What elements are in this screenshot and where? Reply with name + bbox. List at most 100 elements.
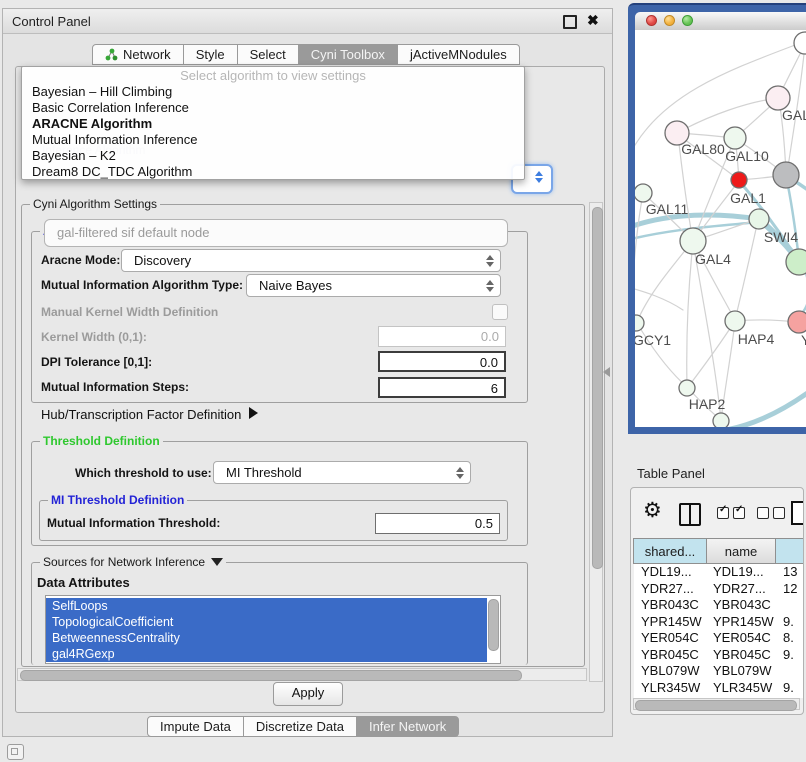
network-selector-combobox[interactable]: gal-filtered sif default node bbox=[44, 219, 508, 247]
tab-cyni-toolbox[interactable]: Cyni Toolbox bbox=[298, 44, 398, 65]
network-node[interactable] bbox=[788, 311, 806, 333]
table-horizontal-scrollbar[interactable] bbox=[633, 698, 800, 710]
table-cell: YBR043C bbox=[708, 597, 778, 614]
minimize-traffic-light-icon[interactable] bbox=[664, 15, 675, 26]
tab-style[interactable]: Style bbox=[183, 44, 238, 65]
control-panel-title: Control Panel bbox=[12, 14, 91, 29]
mi-algorithm-type-combobox[interactable]: Naive Bayes bbox=[246, 274, 501, 297]
select-all-columns-icon[interactable]: ✓✓ bbox=[717, 507, 745, 519]
data-attributes-list[interactable]: SelfLoopsTopologicalCoefficientBetweenne… bbox=[45, 595, 501, 664]
table-row[interactable]: YER054CYER054C8. bbox=[634, 630, 803, 647]
splitter-handle-icon[interactable] bbox=[603, 367, 610, 377]
tab-label: Cyni Toolbox bbox=[311, 47, 385, 62]
column-header[interactable]: name bbox=[706, 538, 776, 564]
tab-infer-network[interactable]: Infer Network bbox=[356, 716, 459, 737]
table-row[interactable]: YBL079WYBL079W bbox=[634, 663, 803, 680]
aracne-mode-label: Aracne Mode: bbox=[41, 253, 120, 267]
network-edge[interactable] bbox=[735, 220, 758, 320]
close-traffic-light-icon[interactable] bbox=[646, 15, 657, 26]
node-label: GAL bbox=[782, 107, 806, 123]
network-node[interactable] bbox=[679, 380, 695, 396]
kernel-width-field[interactable]: 0.0 bbox=[378, 326, 506, 347]
deselect-all-columns-icon[interactable] bbox=[757, 507, 785, 519]
tab-network[interactable]: Network bbox=[92, 44, 184, 65]
algorithm-option[interactable]: Dream8 DC_TDC Algorithm bbox=[22, 164, 524, 180]
network-node[interactable] bbox=[635, 315, 644, 331]
table-panel: ⚙ ✓✓ shared...name YDL19...YDL19...13YDR… bbox=[630, 487, 804, 715]
table-cell: YBR043C bbox=[634, 597, 708, 614]
network-edge[interactable] bbox=[635, 288, 683, 310]
sources-group-title: Sources for Network Inference bbox=[40, 555, 226, 569]
table-row[interactable]: YLR345WYLR345W9. bbox=[634, 680, 803, 697]
network-node[interactable] bbox=[731, 172, 747, 188]
column-header[interactable] bbox=[775, 538, 804, 564]
network-edge[interactable] bbox=[677, 98, 778, 133]
network-node[interactable] bbox=[725, 311, 745, 331]
file-icon[interactable] bbox=[791, 501, 804, 525]
tab-select[interactable]: Select bbox=[237, 44, 299, 65]
table-cell: 9. bbox=[778, 647, 794, 664]
node-label: GAL4 bbox=[695, 251, 731, 267]
data-attribute-item[interactable]: BetweennessCentrality bbox=[46, 630, 487, 646]
table-row[interactable]: YDL19...YDL19...13 bbox=[634, 564, 803, 581]
manual-kernel-width-checkbox[interactable] bbox=[492, 304, 508, 320]
algorithm-option[interactable]: Bayesian – K2 bbox=[22, 148, 524, 164]
table-row[interactable]: YDR27...YDR27...12 bbox=[634, 581, 803, 598]
zoom-traffic-light-icon[interactable] bbox=[682, 15, 693, 26]
data-attribute-item[interactable]: TopologicalCoefficient bbox=[46, 614, 487, 630]
network-node[interactable] bbox=[794, 32, 806, 54]
data-attributes-label: Data Attributes bbox=[37, 575, 130, 590]
split-columns-icon[interactable] bbox=[679, 503, 701, 526]
data-attribute-item[interactable]: SelfLoops bbox=[46, 598, 487, 614]
network-window-titlebar[interactable] bbox=[635, 12, 806, 31]
table-cell: YER054C bbox=[708, 630, 778, 647]
settings-horizontal-scrollbar[interactable] bbox=[17, 668, 587, 681]
mi-threshold-field[interactable]: 0.5 bbox=[375, 513, 500, 534]
network-node[interactable] bbox=[713, 413, 729, 427]
network-edge[interactable] bbox=[687, 242, 693, 387]
network-node[interactable] bbox=[773, 162, 799, 188]
threshold-definition-title: Threshold Definition bbox=[40, 434, 163, 448]
table-cell: YLR345W bbox=[708, 680, 778, 697]
table-cell: YDL19... bbox=[634, 564, 708, 581]
tab-jactivemnodules[interactable]: jActiveMNodules bbox=[397, 44, 520, 65]
network-node[interactable] bbox=[635, 184, 652, 202]
apply-button[interactable]: Apply bbox=[273, 682, 343, 706]
network-canvas[interactable]: GALGAL80GAL10GAL1GAL11SWI4GAL4GCY1HAP4YH… bbox=[635, 30, 806, 427]
gear-icon[interactable]: ⚙ bbox=[643, 498, 662, 523]
panel-dock-icon[interactable] bbox=[7, 744, 24, 760]
network-edge[interactable] bbox=[802, 273, 806, 313]
which-threshold-combobox[interactable]: MI Threshold bbox=[213, 461, 471, 484]
algorithm-popup-list: Bayesian – Hill ClimbingBasic Correlatio… bbox=[22, 84, 524, 180]
dpi-tolerance-field[interactable]: 0.0 bbox=[378, 351, 506, 372]
manual-kernel-width-label: Manual Kernel Width Definition bbox=[41, 305, 218, 319]
data-attribute-item[interactable]: gal4RGexp bbox=[46, 646, 487, 662]
table-row[interactable]: YBR045CYBR045C9. bbox=[634, 647, 803, 664]
kernel-width-label: Kernel Width (0,1): bbox=[41, 330, 147, 344]
aracne-mode-combobox[interactable]: Discovery bbox=[121, 249, 501, 272]
close-icon[interactable]: ✖ bbox=[587, 12, 599, 29]
tab-impute-data[interactable]: Impute Data bbox=[147, 716, 244, 737]
network-selector-value: gal-filtered sif default node bbox=[57, 225, 209, 240]
network-node[interactable] bbox=[724, 127, 746, 149]
combo-stepper-icon bbox=[534, 171, 543, 183]
table-cell: YBL079W bbox=[708, 663, 778, 680]
float-window-icon[interactable] bbox=[563, 15, 577, 29]
algorithm-option[interactable]: Bayesian – Hill Climbing bbox=[22, 84, 524, 100]
table-row[interactable]: YPR145WYPR145W9. bbox=[634, 614, 803, 631]
network-edge[interactable] bbox=[637, 242, 692, 322]
tab-discretize-data[interactable]: Discretize Data bbox=[243, 716, 357, 737]
mi-steps-field[interactable]: 6 bbox=[378, 377, 506, 398]
network-node[interactable] bbox=[749, 209, 769, 229]
table-row[interactable]: YBR043CYBR043C bbox=[634, 597, 803, 614]
node-label: GAL80 bbox=[681, 141, 725, 157]
algorithm-option[interactable]: ARACNE Algorithm bbox=[22, 116, 524, 132]
algorithm-option[interactable]: Basic Correlation Inference bbox=[22, 100, 524, 116]
column-header[interactable]: shared... bbox=[633, 538, 707, 564]
hub-tf-definition-toggle[interactable]: Hub/Transcription Factor Definition bbox=[41, 407, 258, 422]
combo-stepper-icon bbox=[485, 280, 494, 292]
network-node[interactable] bbox=[786, 249, 806, 275]
settings-vertical-scrollbar[interactable] bbox=[589, 202, 603, 682]
algorithm-option[interactable]: Mutual Information Inference bbox=[22, 132, 524, 148]
list-scrollbar[interactable] bbox=[488, 599, 499, 651]
